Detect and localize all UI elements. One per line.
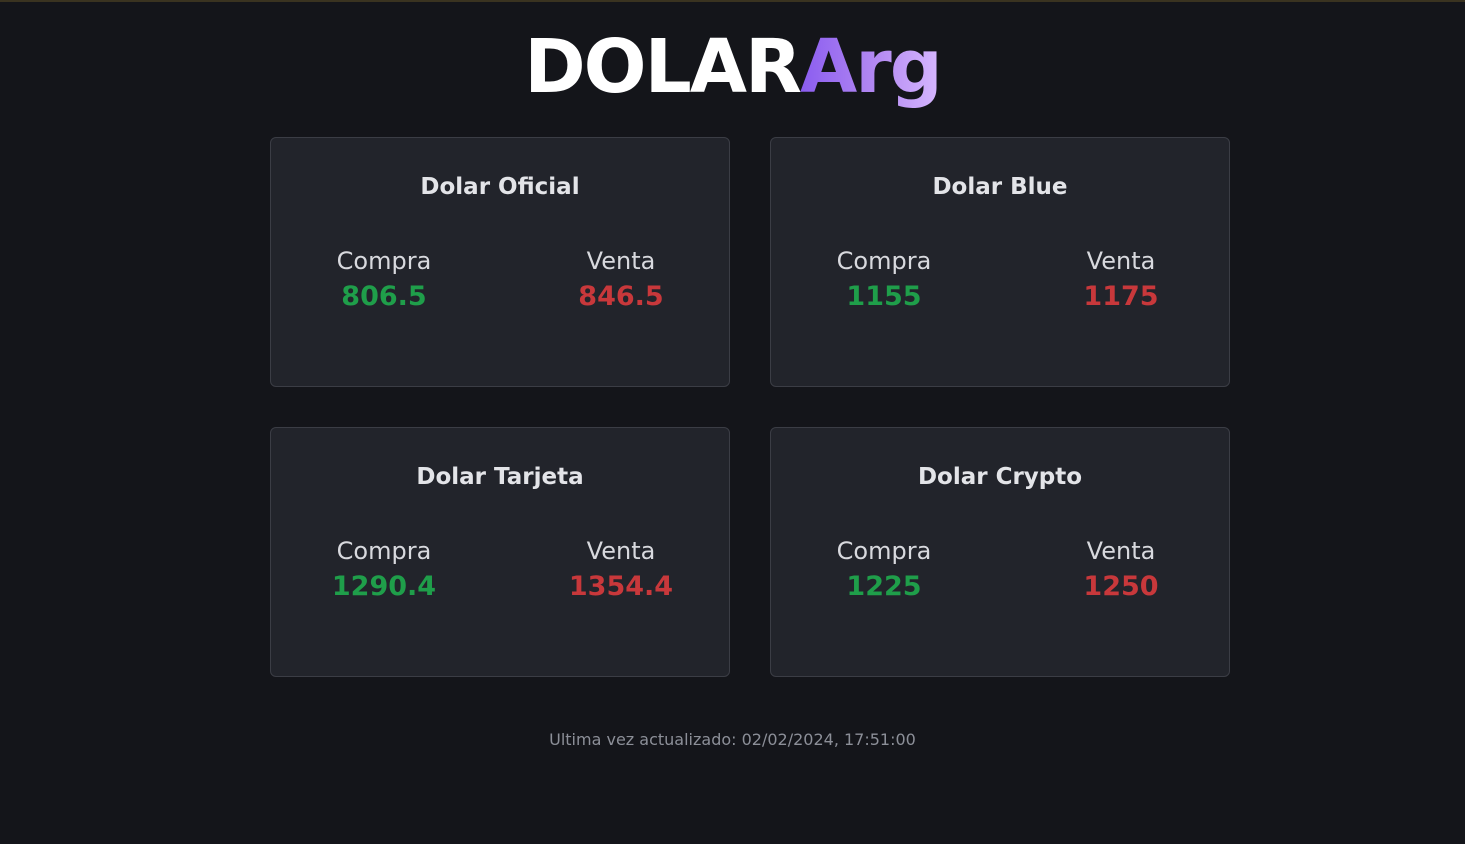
buy-value: 1225	[846, 571, 922, 602]
sell-label: Venta	[586, 537, 656, 565]
sell-value: 846.5	[578, 281, 664, 312]
rate-card-oficial: Dolar Oficial Compra 806.5 Venta 846.5	[270, 137, 730, 387]
rate-card-crypto: Dolar Crypto Compra 1225 Venta 1250	[770, 427, 1230, 677]
rates-grid: Dolar Oficial Compra 806.5 Venta 846.5 D…	[270, 137, 1230, 677]
sell-value: 1354.4	[568, 571, 674, 602]
app-logo: DOLARArg	[0, 22, 1465, 112]
buy-value: 1290.4	[331, 571, 437, 602]
sell-label: Venta	[586, 247, 656, 275]
top-border	[0, 0, 1465, 2]
buy-label: Compra	[836, 537, 932, 565]
buy-value: 806.5	[341, 281, 427, 312]
sell-column: Venta 846.5	[521, 245, 721, 315]
sell-column: Venta 1250	[1021, 535, 1221, 605]
sell-value: 1250	[1083, 571, 1159, 602]
logo-text-dolar: DOLAR	[524, 24, 802, 110]
buy-value: 1155	[846, 281, 922, 312]
logo-text-arg: Arg	[800, 24, 943, 110]
buy-label: Compra	[836, 247, 932, 275]
buy-column: Compra 1290.4	[284, 535, 484, 605]
card-title: Dolar Oficial	[420, 174, 580, 200]
buy-label: Compra	[336, 537, 432, 565]
buy-label: Compra	[336, 247, 432, 275]
rate-card-blue: Dolar Blue Compra 1155 Venta 1175	[770, 137, 1230, 387]
sell-value: 1175	[1083, 281, 1159, 312]
sell-label: Venta	[1086, 537, 1156, 565]
sell-column: Venta 1354.4	[521, 535, 721, 605]
card-title: Dolar Blue	[932, 174, 1068, 200]
card-title: Dolar Crypto	[917, 464, 1083, 490]
sell-label: Venta	[1086, 247, 1156, 275]
last-updated-text: Ultima vez actualizado: 02/02/2024, 17:5…	[549, 730, 916, 749]
buy-column: Compra 1155	[784, 245, 984, 315]
rate-card-tarjeta: Dolar Tarjeta Compra 1290.4 Venta 1354.4	[270, 427, 730, 677]
card-title: Dolar Tarjeta	[416, 464, 584, 490]
buy-column: Compra 1225	[784, 535, 984, 605]
sell-column: Venta 1175	[1021, 245, 1221, 315]
buy-column: Compra 806.5	[284, 245, 484, 315]
